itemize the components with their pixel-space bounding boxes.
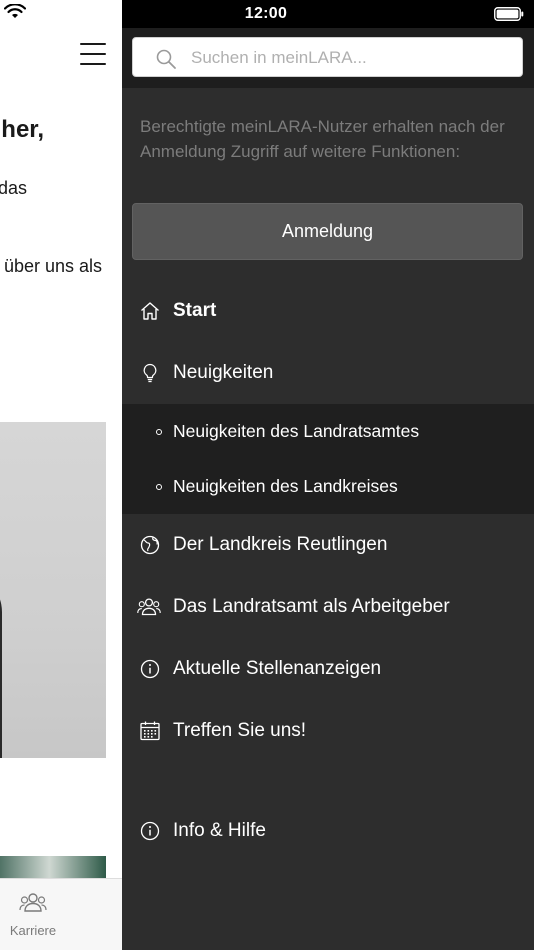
menu-toggle-button[interactable] (80, 43, 106, 65)
wifi-icon (4, 4, 26, 18)
globe-icon (140, 535, 160, 555)
page-heading: her, (1, 116, 44, 143)
people-icon (137, 598, 161, 616)
menu-line (80, 53, 106, 55)
nav-item-label: Start (173, 300, 217, 321)
background-page: her, das über uns als Karriere (0, 0, 122, 950)
submenu-neuigkeiten: Neuigkeiten des Landratsamtes Neuigkeite… (122, 404, 534, 514)
nav-item-start[interactable]: Start (122, 280, 534, 342)
nav-item-hilfe[interactable]: Info & Hilfe (122, 800, 534, 862)
nav-item-label: Aktuelle Stellenanzeigen (173, 658, 382, 679)
status-bar: 12:00 (122, 0, 534, 28)
login-info-text: Berechtigte meinLARA-Nutzer erhalten nac… (140, 117, 505, 161)
nav-item-label: Das Landratsamt als Arbeitgeber (173, 596, 450, 617)
page-text: das (0, 178, 27, 198)
nav-item-treffen[interactable]: Treffen Sie uns! (122, 700, 534, 762)
page-text: über uns als (3, 256, 102, 276)
drawer-nav: Start Neuigkeiten Neuigkeiten des Landra… (122, 280, 534, 862)
lightbulb-icon (143, 363, 157, 383)
tab-karriere-label: Karriere (9, 923, 57, 938)
home-icon (141, 302, 159, 320)
nav-item-neuigkeiten[interactable]: Neuigkeiten (122, 342, 534, 404)
login-button[interactable]: Anmeldung (132, 203, 523, 260)
nav-item-landkreis[interactable]: Der Landkreis Reutlingen (122, 514, 534, 576)
bullet-icon (156, 428, 162, 435)
menu-line (80, 43, 106, 45)
search-input[interactable]: Suchen in meinLARA... (132, 37, 523, 77)
nav-item-label: Der Landkreis Reutlingen (173, 534, 388, 555)
nav-item-label: Info & Hilfe (173, 820, 266, 841)
search-icon (156, 49, 176, 69)
nav-item-arbeitgeber[interactable]: Das Landratsamt als Arbeitgeber (122, 576, 534, 638)
side-drawer: Suchen in meinLARA... Berechtigte meinLA… (122, 28, 534, 950)
sub-item-landratsamt[interactable]: Neuigkeiten des Landratsamtes (122, 404, 534, 459)
tab-bar: Karriere (0, 878, 122, 950)
calendar-icon (140, 721, 160, 741)
app-screen: her, das über uns als Karriere 12:00 Suc… (0, 0, 534, 950)
info-icon (140, 821, 160, 841)
person-silhouette (0, 572, 2, 758)
info-icon (140, 659, 160, 679)
nav-item-label: Neuigkeiten (173, 362, 274, 383)
battery-icon (494, 7, 524, 21)
menu-line (80, 63, 106, 65)
sub-item-label: Neuigkeiten des Landkreises (173, 476, 398, 496)
sub-item-label: Neuigkeiten des Landratsamtes (173, 421, 420, 441)
status-time: 12:00 (244, 5, 288, 22)
people-icon (19, 893, 47, 912)
bullet-icon (156, 483, 162, 490)
sub-item-landkreis[interactable]: Neuigkeiten des Landkreises (122, 459, 534, 514)
search-placeholder: Suchen in meinLARA... (191, 48, 367, 67)
nav-item-label: Treffen Sie uns! (173, 720, 307, 741)
search-bar: Suchen in meinLARA... (122, 28, 534, 88)
page-photo (0, 422, 106, 758)
nav-item-stellen[interactable]: Aktuelle Stellenanzeigen (122, 638, 534, 700)
